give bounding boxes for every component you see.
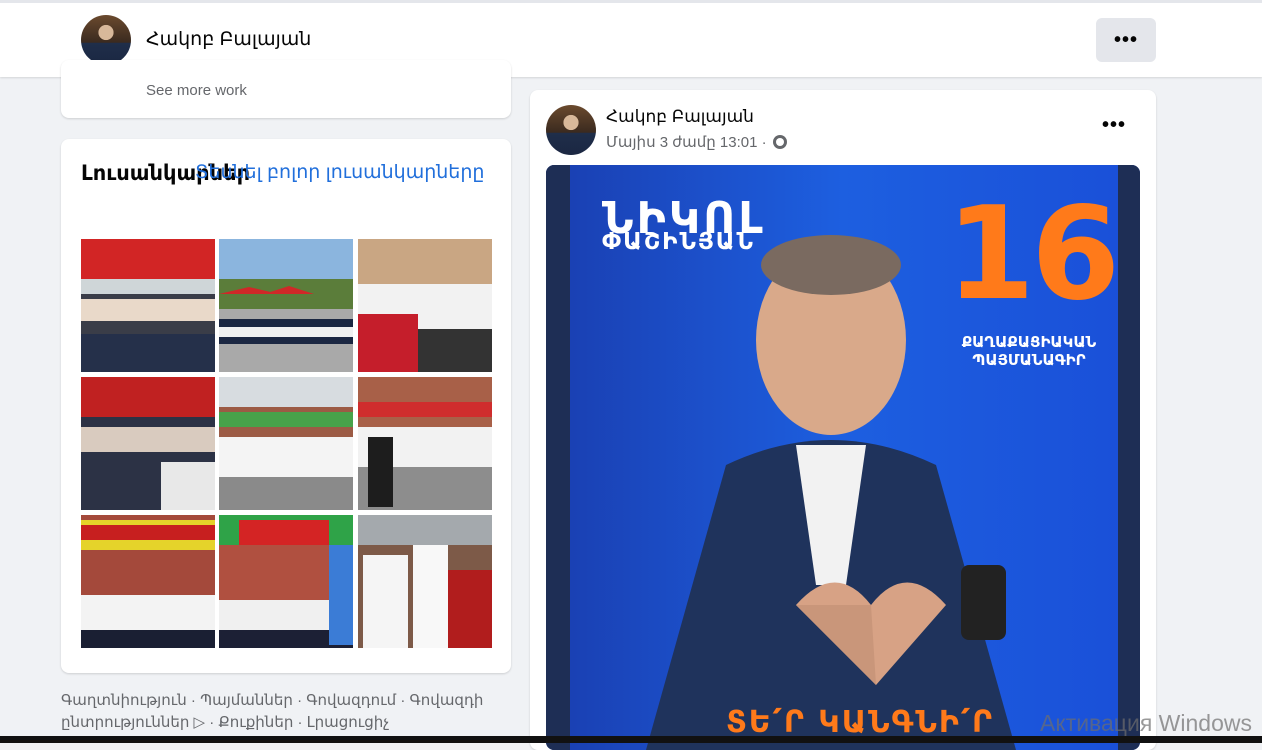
see-more-work-link[interactable]: See more work <box>146 82 247 99</box>
top-divider <box>0 0 1262 3</box>
photos-title: Լուսանկարներ <box>81 162 251 185</box>
photo-tile[interactable] <box>81 515 215 648</box>
photo-tile[interactable] <box>358 377 492 510</box>
photo-tile[interactable] <box>219 239 353 372</box>
post-timestamp-text[interactable]: Մայիս 3 ժամը 13:01 · <box>606 134 767 151</box>
photo-tile[interactable] <box>358 239 492 372</box>
photo-tile[interactable] <box>219 377 353 510</box>
photo-thumbnail <box>81 515 215 648</box>
post-author-avatar[interactable] <box>546 105 596 155</box>
photo-tile[interactable] <box>81 239 215 372</box>
see-all-photos-link[interactable]: Տեսնել բոլոր լուսանկարները <box>195 161 484 184</box>
photo-thumbnail <box>358 239 492 372</box>
photo-thumbnail <box>219 239 353 372</box>
photo-thumbnail <box>219 377 353 510</box>
photos-card: Լուսանկարներ Տեսնել բոլոր լուսանկարները <box>61 139 511 673</box>
photo-tile[interactable] <box>81 377 215 510</box>
post-more-button[interactable]: ••• <box>1102 114 1126 137</box>
windows-activation-watermark: Активация Windows <box>1040 710 1252 736</box>
poster-party-line-1: ՔԱՂԱՔԱՑԻԱԿԱՆ <box>961 333 1097 351</box>
photo-thumbnail <box>358 377 492 510</box>
globe-icon <box>772 135 787 149</box>
post-author-name[interactable]: Հակոբ Բալայան <box>606 107 754 127</box>
footer-line-2[interactable]: ընտրություններ ▷ · Քուքիներ · Լրացուցիչ <box>61 712 511 734</box>
photo-thumbnail <box>81 239 215 372</box>
photos-grid <box>81 239 492 649</box>
photo-thumbnail <box>219 515 353 648</box>
work-card: See more work <box>61 60 511 118</box>
poster-party-line-2: ՊԱՅՄԱՆԱԳԻՐ <box>972 351 1086 369</box>
profile-more-button[interactable]: ••• <box>1096 18 1156 62</box>
photo-thumbnail <box>81 377 215 510</box>
profile-avatar[interactable] <box>81 15 131 65</box>
post-card: Հակոբ Բալայան Մայիս 3 ժամը 13:01 · ••• Ն… <box>530 90 1156 750</box>
poster-last-name: ՓԱՇԻՆՅԱՆ <box>602 229 755 255</box>
photo-tile[interactable] <box>219 515 353 648</box>
footer-line-1[interactable]: Գաղտնիություն · Պայմաններ · Գովազդում · … <box>61 690 511 712</box>
poster-party-name: ՔԱՂԱՔԱՑԻԱԿԱՆ ՊԱՅՄԱՆԱԳԻՐ <box>954 333 1104 369</box>
footer-links: Գաղտնիություն · Պայմաններ · Գովազդում · … <box>61 690 511 734</box>
photo-thumbnail <box>358 515 492 648</box>
post-timestamp[interactable]: Մայիս 3 ժամը 13:01 · <box>606 133 787 151</box>
post-image[interactable]: ՆԻԿՈԼ ՓԱՇԻՆՅԱՆ 16 ՔԱՂԱՔԱՑԻԱԿԱՆ ՊԱՅՄԱՆԱԳԻ… <box>546 165 1140 750</box>
profile-name[interactable]: Հակոբ Բալայան <box>146 28 311 51</box>
poster-list-number: 16 <box>946 180 1120 329</box>
photo-tile[interactable] <box>358 515 492 648</box>
poster-slogan: ՏԵ՛Ր ԿԱՆԳՆԻ՛Ր <box>726 705 995 740</box>
taskbar-strip <box>0 736 1262 743</box>
